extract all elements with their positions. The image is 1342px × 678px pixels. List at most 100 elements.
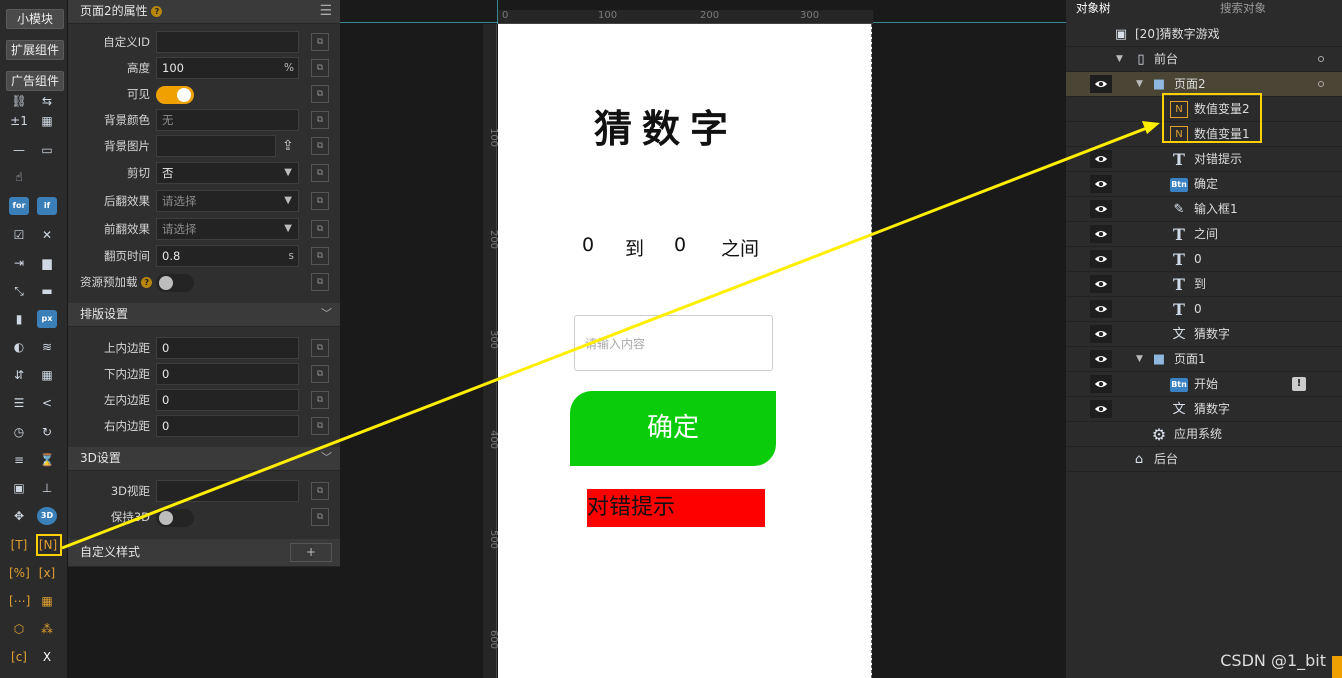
- for-loop-icon[interactable]: for: [9, 197, 29, 215]
- range-to[interactable]: 到: [625, 234, 644, 261]
- copy-icon[interactable]: ⧉: [311, 85, 329, 103]
- eye-icon[interactable]: [1090, 275, 1112, 293]
- eye-icon[interactable]: [1090, 150, 1112, 168]
- menu-icon[interactable]: ☰: [319, 0, 332, 22]
- tree-row-start[interactable]: Btn 开始 !: [1066, 372, 1342, 397]
- height-input[interactable]: 100%: [156, 57, 299, 79]
- tree-row-page1[interactable]: ▼ ■ 页面1: [1066, 347, 1342, 372]
- copy-icon[interactable]: ⧉: [311, 137, 329, 155]
- rotate-hand-icon[interactable]: ↻: [37, 423, 57, 441]
- clip-select[interactable]: 否 ▼: [156, 162, 299, 184]
- frame-icon[interactable]: ▣: [9, 479, 29, 497]
- copy-icon[interactable]: ⧉: [311, 391, 329, 409]
- view-3d-input[interactable]: [156, 480, 299, 502]
- expand-triangle-icon[interactable]: ▼: [1116, 47, 1123, 72]
- copy-icon[interactable]: ⧉: [311, 192, 329, 210]
- bg-color-input[interactable]: 无: [156, 109, 299, 131]
- tree-row-confirm[interactable]: Btn 确定: [1066, 172, 1342, 197]
- game-title[interactable]: 猜数字: [594, 98, 766, 153]
- px-icon[interactable]: px: [37, 310, 57, 328]
- tree-row-front[interactable]: ▼ ▯ 前台: [1066, 47, 1342, 72]
- extension-button[interactable]: 扩展组件: [6, 40, 64, 60]
- vertical-slider-icon[interactable]: ▮: [9, 310, 29, 328]
- tree-row-zero-a[interactable]: T 0: [1066, 247, 1342, 272]
- bg-image-input[interactable]: [156, 135, 276, 157]
- shuffle-icon[interactable]: ✕: [37, 226, 57, 244]
- tree-list-icon[interactable]: ☰: [9, 394, 29, 412]
- copy-icon[interactable]: ⧉: [311, 482, 329, 500]
- text-variable-icon[interactable]: [T]: [9, 536, 29, 554]
- swap-icon[interactable]: ⇆: [37, 92, 57, 110]
- expand-triangle-icon[interactable]: ▼: [1136, 72, 1143, 97]
- slider-icon[interactable]: ⇥: [9, 254, 29, 272]
- eye-icon[interactable]: [1090, 75, 1112, 93]
- cube-icon[interactable]: ⬡: [9, 620, 29, 638]
- sliders-icon[interactable]: ≡: [9, 451, 29, 469]
- copy-icon[interactable]: ⧉: [311, 365, 329, 383]
- copy-icon[interactable]: ⧉: [311, 59, 329, 77]
- eye-icon[interactable]: [1090, 350, 1112, 368]
- range-low[interactable]: 0: [582, 234, 594, 256]
- dots-icon[interactable]: ▬: [37, 282, 57, 300]
- upload-icon[interactable]: ⇪: [282, 135, 294, 157]
- x-variable-icon[interactable]: [x]: [37, 564, 57, 582]
- layout-section-header[interactable]: 排版设置 ﹀: [68, 303, 340, 327]
- layers-icon[interactable]: ≋: [37, 338, 57, 356]
- percent-variable-icon[interactable]: [%]: [9, 564, 30, 582]
- copy-icon[interactable]: ⧉: [311, 164, 329, 182]
- folder-icon[interactable]: ▆: [37, 254, 57, 272]
- tree-row-backstage[interactable]: ⌂ 后台: [1066, 447, 1342, 472]
- resize-icon[interactable]: ⤡: [9, 282, 29, 300]
- plus-minus-icon[interactable]: ±1: [9, 112, 29, 130]
- copy-icon[interactable]: ⧉: [311, 339, 329, 357]
- if-icon[interactable]: if: [37, 197, 57, 215]
- tree-row-hint[interactable]: T 对错提示: [1066, 147, 1342, 172]
- tree-row-guess-title-p1[interactable]: 文 猜数字: [1066, 397, 1342, 422]
- org-chart-icon[interactable]: ⊥: [37, 479, 57, 497]
- sort-icon[interactable]: ⇵: [9, 366, 29, 384]
- form-icon[interactable]: ☑: [9, 226, 29, 244]
- add-style-button[interactable]: +: [290, 543, 332, 562]
- qrcode-icon[interactable]: ▦: [37, 112, 57, 130]
- eye-icon[interactable]: [1090, 325, 1112, 343]
- padding-right-input[interactable]: 0: [156, 415, 299, 437]
- tree-row-guess-title[interactable]: 文 猜数字: [1066, 322, 1342, 347]
- flip-time-input[interactable]: 0.8 s: [156, 245, 299, 267]
- line-icon[interactable]: —: [9, 141, 29, 159]
- grid-variable-icon[interactable]: ▦: [37, 592, 57, 610]
- padding-top-input[interactable]: 0: [156, 337, 299, 359]
- c-variable-icon[interactable]: [c]: [9, 648, 29, 666]
- excel-icon[interactable]: X: [37, 648, 57, 666]
- copy-icon[interactable]: ⧉: [311, 273, 329, 291]
- padding-bottom-input[interactable]: 0: [156, 363, 299, 385]
- tree-row-to[interactable]: T 到: [1066, 272, 1342, 297]
- number-input[interactable]: 请输入内容: [574, 315, 773, 371]
- range-high[interactable]: 0: [674, 234, 686, 256]
- tree-row-between[interactable]: T 之间: [1066, 222, 1342, 247]
- eye-icon[interactable]: [1090, 400, 1112, 418]
- 3d-icon[interactable]: 3D: [37, 507, 57, 525]
- tree-row-app-system[interactable]: ⚙ 应用系统: [1066, 422, 1342, 447]
- move-icon[interactable]: ✥: [9, 507, 29, 525]
- share-icon[interactable]: <: [37, 394, 57, 412]
- ad-component-button[interactable]: 广告组件: [6, 71, 64, 91]
- front-flip-select[interactable]: 请选择 ▼: [156, 218, 299, 240]
- clock-icon[interactable]: ◷: [9, 423, 29, 441]
- preload-toggle[interactable]: [156, 274, 194, 292]
- eye-icon[interactable]: [1090, 375, 1112, 393]
- tab-object-tree[interactable]: 对象树: [1076, 0, 1111, 18]
- copy-icon[interactable]: ⧉: [311, 220, 329, 238]
- page-canvas[interactable]: 猜数字 0 到 0 之间 请输入内容 确定 对错提示: [498, 24, 872, 678]
- eye-icon[interactable]: [1090, 200, 1112, 218]
- range-between[interactable]: 之间: [721, 234, 759, 261]
- copy-icon[interactable]: ⧉: [311, 33, 329, 51]
- visible-toggle[interactable]: [156, 86, 194, 104]
- expand-triangle-icon[interactable]: ▼: [1136, 347, 1143, 372]
- hint-text[interactable]: 对错提示: [587, 489, 765, 527]
- line-component-icon[interactable]: ▭: [37, 141, 57, 159]
- back-flip-select[interactable]: 请选择 ▼: [156, 190, 299, 212]
- 3d-section-header[interactable]: 3D设置 ﹀: [68, 447, 340, 471]
- cubes-icon[interactable]: ⁂: [37, 620, 57, 638]
- tree-row-zero-b[interactable]: T 0: [1066, 297, 1342, 322]
- confirm-button[interactable]: 确定: [570, 391, 776, 466]
